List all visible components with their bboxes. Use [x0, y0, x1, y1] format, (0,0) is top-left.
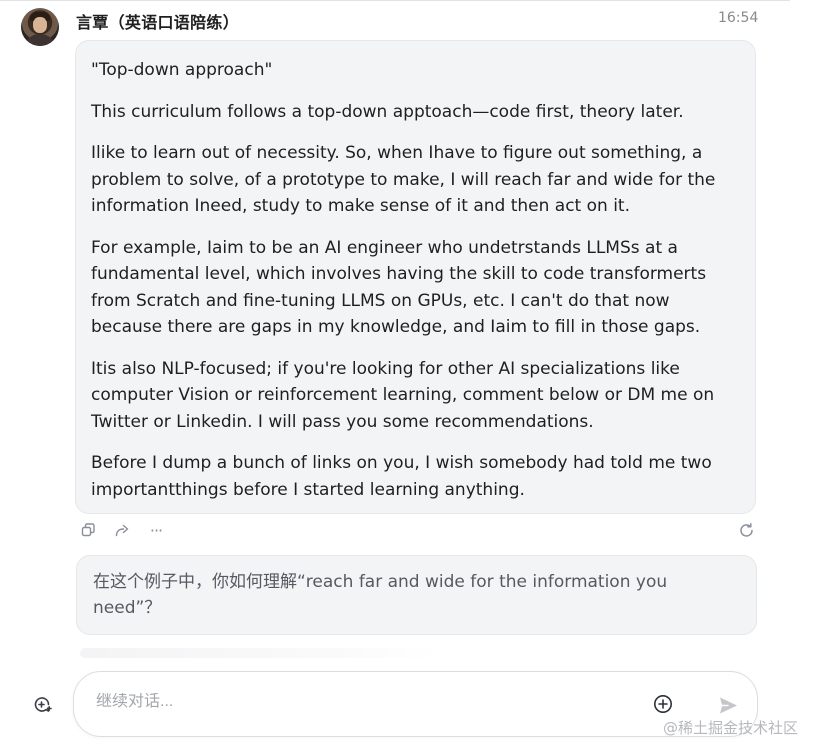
send-icon[interactable] — [717, 694, 739, 716]
message-paragraph: Before I dump a bunch of links on you, I… — [91, 453, 712, 500]
message-paragraph: For example, Iaim to be an AI engineer w… — [91, 237, 707, 338]
chat-input[interactable] — [96, 693, 616, 711]
message-timestamp: 16:54 — [718, 10, 759, 26]
share-icon[interactable] — [113, 521, 131, 539]
refresh-icon[interactable] — [737, 521, 755, 539]
loading-placeholder — [80, 648, 440, 658]
new-chat-icon[interactable] — [31, 694, 53, 716]
message-actions: ··· — [79, 521, 165, 540]
bot-name: 言覃（英语口语陪练） — [76, 13, 240, 32]
avatar-shoulders — [25, 34, 55, 46]
avatar-face — [33, 17, 47, 33]
message-paragraph: This curriculum follows a top-down appto… — [91, 101, 684, 122]
more-options-icon[interactable]: ··· — [147, 521, 165, 540]
message-paragraph: Ilike to learn out of necessity. So, whe… — [91, 143, 716, 216]
chat-composer — [73, 671, 758, 737]
message-paragraph: Itis also NLP-focused; if you're looking… — [91, 358, 715, 432]
add-attachment-icon[interactable] — [652, 693, 674, 715]
copy-icon[interactable] — [79, 521, 97, 539]
bot-message-bubble: "Top-down approach" This curriculum foll… — [75, 40, 756, 514]
suggested-question[interactable]: 在这个例子中，你如何理解“reach far and wide for the … — [76, 555, 757, 635]
message-title: "Top-down approach" — [91, 60, 273, 80]
top-divider — [0, 0, 790, 1]
bot-avatar[interactable] — [21, 8, 59, 46]
watermark: @稀土掘金技术社区 — [663, 719, 799, 737]
